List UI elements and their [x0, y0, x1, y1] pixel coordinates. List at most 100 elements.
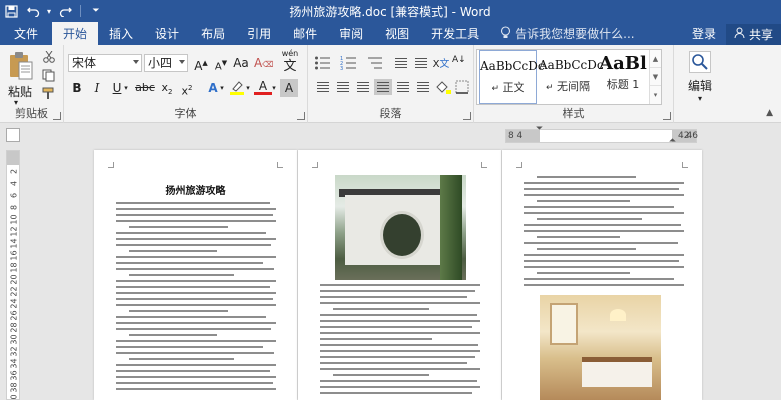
clear-formatting-icon[interactable]: A⌫ — [254, 54, 274, 72]
document-title[interactable]: 扬州旅游攻略 — [94, 182, 297, 197]
page-3-body-text[interactable] — [524, 176, 684, 290]
style-no-spacing[interactable]: AaBbCcDc ↵ 无间隔 — [539, 50, 604, 104]
indent-marker-icon[interactable]: ⏷ — [536, 124, 543, 134]
font-size-combo[interactable]: 小四 — [144, 54, 188, 72]
shrink-font-icon[interactable]: A▼ — [212, 54, 230, 72]
tab-developer[interactable]: 开发工具 — [420, 22, 490, 45]
styles-launcher-icon[interactable] — [663, 112, 671, 120]
phonetic-wen-text: wén — [281, 49, 299, 58]
phonetic-guide-icon[interactable]: wén 文 — [278, 49, 302, 77]
justify-icon[interactable] — [374, 79, 392, 95]
horizontal-ruler[interactable]: ⏷ ⏶ 8 4 42 46 — [505, 124, 698, 146]
styles-gallery-scroll[interactable]: ▲ ▼ ▾ — [649, 50, 661, 104]
gallery-up-icon[interactable]: ▲ — [650, 50, 661, 68]
text-line — [116, 352, 275, 354]
style-normal[interactable]: AaBbCcDc ↵ 正文 — [479, 50, 545, 104]
customize-qat-icon[interactable]: ⏷ — [85, 0, 107, 22]
text-line — [320, 314, 477, 316]
multilevel-list-icon[interactable] — [366, 55, 384, 71]
line-spacing-icon[interactable] — [414, 79, 432, 95]
format-painter-icon[interactable] — [42, 87, 56, 99]
highlight-dropdown-icon[interactable]: ▾ — [244, 79, 252, 97]
tell-me-text: 告诉我您想要做什么... — [515, 27, 635, 41]
cut-icon[interactable] — [42, 50, 56, 63]
numbering-icon[interactable]: 123 — [340, 55, 358, 72]
font-color-dropdown-icon[interactable]: ▾ — [270, 79, 278, 97]
ruler-tick-label: 26 — [9, 310, 19, 321]
style-heading-1[interactable]: AaBl 标题 1 — [597, 50, 649, 104]
italic-button[interactable]: I — [88, 79, 106, 97]
change-case-icon[interactable]: Aa — [232, 54, 250, 72]
tab-mailings[interactable]: 邮件 — [282, 22, 328, 45]
strikethrough-button[interactable]: abc — [134, 79, 156, 97]
page-2[interactable] — [298, 150, 501, 400]
tell-me-box[interactable]: 告诉我您想要做什么... — [500, 22, 635, 45]
save-icon[interactable] — [0, 0, 22, 22]
garden-moon-gate-photo[interactable] — [335, 175, 466, 280]
tab-design[interactable]: 设计 — [144, 22, 190, 45]
paragraph-launcher-icon[interactable] — [463, 112, 471, 120]
page-2-body-text[interactable] — [320, 284, 480, 398]
tab-insert[interactable]: 插入 — [98, 22, 144, 45]
borders-icon[interactable] — [454, 79, 472, 95]
decrease-indent-icon[interactable] — [392, 55, 410, 71]
text-line — [116, 340, 276, 342]
font-name-combo[interactable]: 宋体 — [68, 54, 142, 72]
gallery-down-icon[interactable]: ▼ — [650, 68, 661, 86]
font-name-dropdown-icon[interactable] — [133, 60, 139, 64]
paste-icon[interactable] — [8, 51, 34, 81]
text-line — [524, 224, 681, 226]
text-effects-dropdown-icon[interactable]: ▾ — [218, 79, 226, 97]
tab-review[interactable]: 审阅 — [328, 22, 374, 45]
page-3[interactable] — [502, 150, 702, 400]
ruler-tick-label: 20 — [9, 274, 19, 285]
ruler-tick-label: 38 — [9, 382, 19, 393]
font-size-dropdown-icon[interactable] — [179, 60, 185, 64]
chinese-layout-icon[interactable]: X文 — [432, 55, 450, 71]
editing-button[interactable]: 编辑 ▾ — [684, 49, 716, 103]
text-line — [320, 296, 468, 298]
tab-selector-icon[interactable] — [6, 128, 20, 142]
align-center-icon[interactable] — [334, 79, 352, 95]
redo-icon[interactable] — [54, 0, 76, 22]
vertical-ruler[interactable]: 2 4 6 8 10 12 14 16 18 20 22 24 26 28 30 32 34 36 38 40 — [6, 150, 20, 400]
bullets-icon[interactable] — [314, 55, 332, 71]
align-right-icon[interactable] — [354, 79, 372, 95]
gallery-more-icon[interactable]: ▾ — [650, 86, 661, 104]
text-line — [524, 182, 684, 184]
shading-icon[interactable] — [434, 79, 452, 95]
tab-layout[interactable]: 布局 — [190, 22, 236, 45]
clipboard-launcher-icon[interactable] — [53, 112, 61, 120]
tab-references[interactable]: 引用 — [236, 22, 282, 45]
ruler-tick-label: 18 — [9, 262, 19, 273]
sort-icon[interactable]: A↓ — [452, 55, 470, 71]
distributed-icon[interactable] — [394, 79, 412, 95]
undo-icon[interactable] — [22, 0, 44, 22]
subscript-button[interactable]: x2 — [158, 79, 176, 97]
svg-text:3: 3 — [340, 66, 343, 71]
share-button[interactable]: 共享 — [725, 23, 781, 45]
paragraph-mark-icon: ↵ — [491, 84, 500, 94]
page-1[interactable]: 扬州旅游攻略 — [94, 150, 297, 400]
page-1-body-text[interactable] — [116, 202, 276, 394]
hotel-room-photo[interactable] — [540, 295, 661, 400]
collapse-ribbon-icon[interactable]: ▲ — [766, 108, 773, 118]
bold-button[interactable]: B — [68, 79, 86, 97]
grow-font-icon[interactable]: A▲ — [192, 54, 210, 73]
tab-home[interactable]: 开始 — [52, 22, 99, 45]
underline-dropdown-icon[interactable]: ▾ — [122, 79, 130, 97]
superscript-button[interactable]: x2 — [178, 79, 196, 98]
character-shading-icon[interactable]: A — [280, 79, 298, 97]
undo-dropdown-icon[interactable]: ▾ — [44, 0, 54, 22]
login-link[interactable]: 登录 — [682, 25, 726, 42]
right-indent-marker-icon[interactable]: ⏶ — [669, 136, 676, 146]
tab-view[interactable]: 视图 — [374, 22, 420, 45]
font-launcher-icon[interactable] — [297, 112, 305, 120]
increase-indent-icon[interactable] — [412, 55, 430, 71]
align-left-icon[interactable] — [314, 79, 332, 95]
tab-file[interactable]: 文件 — [0, 22, 52, 45]
text-line — [116, 364, 276, 366]
text-line — [116, 286, 270, 288]
copy-icon[interactable] — [42, 69, 56, 82]
ruler-tick-label: 12 — [9, 226, 19, 237]
